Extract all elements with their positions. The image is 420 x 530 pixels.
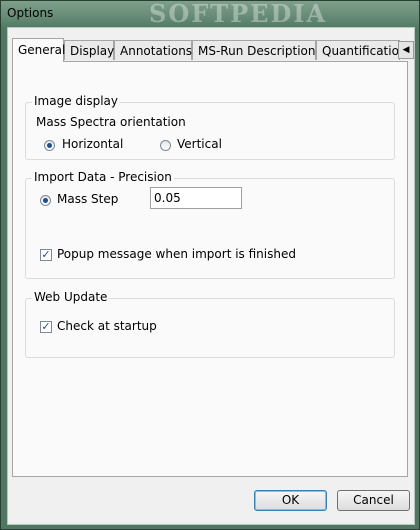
dialog-client-area: General Display Annotations MS-Run Descr… — [7, 27, 415, 525]
tab-annotations[interactable]: Annotations — [114, 40, 192, 60]
vertical-label[interactable]: Vertical — [177, 137, 222, 151]
window-title: Options — [7, 6, 54, 20]
popup-message-checkbox[interactable]: ✓ — [40, 249, 52, 261]
title-bar[interactable]: Options SOFTPEDIA — [1, 0, 419, 28]
tab-ms-run-descriptions[interactable]: MS-Run Descriptions — [192, 40, 322, 60]
image-display-group: Image display Mass Spectra orientation H… — [25, 94, 395, 160]
options-window: Options SOFTPEDIA General Display Annota… — [0, 0, 420, 530]
web-update-group: Web Update ✓ Check at startup — [25, 290, 395, 358]
horizontal-label[interactable]: Horizontal — [62, 137, 123, 151]
ok-button[interactable]: OK — [254, 490, 327, 511]
tab-quantification[interactable]: Quantification — [316, 40, 407, 60]
web-update-group-label: Web Update — [32, 290, 110, 304]
horizontal-radio[interactable] — [44, 140, 55, 151]
popup-message-label[interactable]: Popup message when import is finished — [57, 247, 296, 261]
mass-spectra-orientation-label: Mass Spectra orientation — [36, 115, 186, 129]
tab-general[interactable]: General — [12, 38, 65, 62]
general-tab-panel: Image display Mass Spectra orientation H… — [12, 61, 408, 477]
tab-strip: General Display Annotations MS-Run Descr… — [12, 38, 414, 62]
check-at-startup-label[interactable]: Check at startup — [57, 319, 157, 333]
cancel-button[interactable]: Cancel — [337, 490, 410, 511]
image-display-group-label: Image display — [32, 94, 121, 108]
watermark-logo: SOFTPEDIA — [149, 0, 328, 28]
tab-scroll-left-icon[interactable]: ◀ — [398, 41, 414, 59]
mass-step-input[interactable]: 0.05 — [150, 187, 242, 209]
tab-display[interactable]: Display — [64, 40, 114, 60]
import-data-group: Import Data - Precision Mass Step 0.05 ✓… — [25, 170, 395, 279]
mass-step-radio[interactable] — [40, 195, 51, 206]
vertical-radio[interactable] — [160, 140, 171, 151]
mass-step-label[interactable]: Mass Step — [57, 192, 118, 206]
check-at-startup-checkbox[interactable]: ✓ — [40, 321, 52, 333]
import-data-group-label: Import Data - Precision — [32, 170, 174, 184]
